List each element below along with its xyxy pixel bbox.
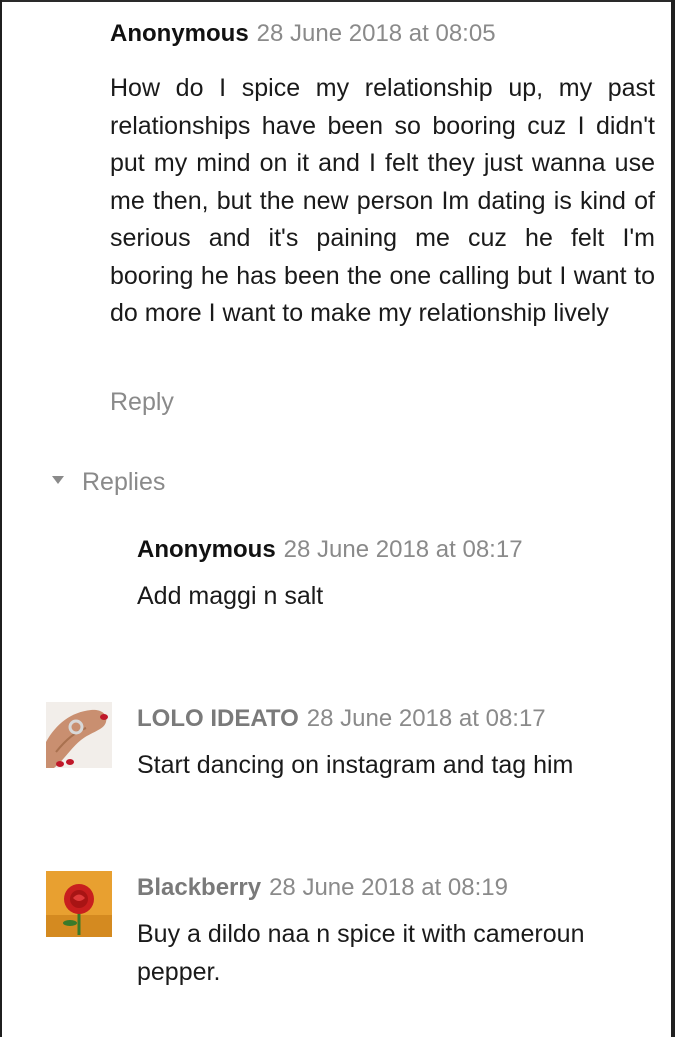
red-rose-avatar[interactable]: [46, 871, 112, 937]
hand-ring-avatar[interactable]: [46, 702, 112, 768]
reply-author-link[interactable]: Blackberry: [137, 874, 261, 901]
reply-header: Blackberry 28 June 2018 at 08:19: [137, 874, 657, 902]
comments-thread: Anonymous 28 June 2018 at 08:05 How do I …: [2, 0, 671, 1037]
reply-text: Start dancing on instagram and tag him: [137, 751, 574, 779]
hand-ring-avatar-image: [46, 702, 112, 768]
reply-timestamp[interactable]: 28 June 2018 at 08:17: [307, 705, 546, 732]
reply-timestamp[interactable]: 28 June 2018 at 08:19: [269, 874, 508, 901]
comment-header: Anonymous 28 June 2018 at 08:05: [110, 20, 655, 48]
reply-author: Anonymous: [137, 536, 276, 563]
reply-author-link[interactable]: LOLO IDEATO: [137, 705, 299, 732]
reply-text: Add maggi n salt: [137, 582, 324, 610]
replies-toggle[interactable]: Replies: [52, 468, 165, 497]
reply-header: Anonymous 28 June 2018 at 08:17: [137, 536, 657, 564]
reply-item: Anonymous 28 June 2018 at 08:17 Add maggi…: [137, 536, 657, 616]
comment-text: How do I spice my relationship up, my pa…: [110, 74, 655, 327]
reply-text: Buy a dildo naa n spice it with cameroun…: [137, 920, 585, 986]
reply-item: Blackberry 28 June 2018 at 08:19 Buy a di…: [137, 874, 657, 991]
reply-button[interactable]: Reply: [110, 388, 174, 417]
comment-author: Anonymous: [110, 20, 249, 47]
red-rose-avatar-image: [46, 871, 112, 937]
comment: Anonymous 28 June 2018 at 08:05 How do I …: [110, 20, 655, 333]
triangle-down-icon: [52, 475, 64, 484]
reply-header: LOLO IDEATO 28 June 2018 at 08:17: [137, 705, 657, 733]
replies-toggle-label: Replies: [82, 468, 166, 496]
reply-timestamp[interactable]: 28 June 2018 at 08:17: [284, 536, 523, 563]
comment-timestamp[interactable]: 28 June 2018 at 08:05: [257, 20, 496, 47]
reply-item: LOLO IDEATO 28 June 2018 at 08:17 Start d…: [137, 705, 657, 785]
